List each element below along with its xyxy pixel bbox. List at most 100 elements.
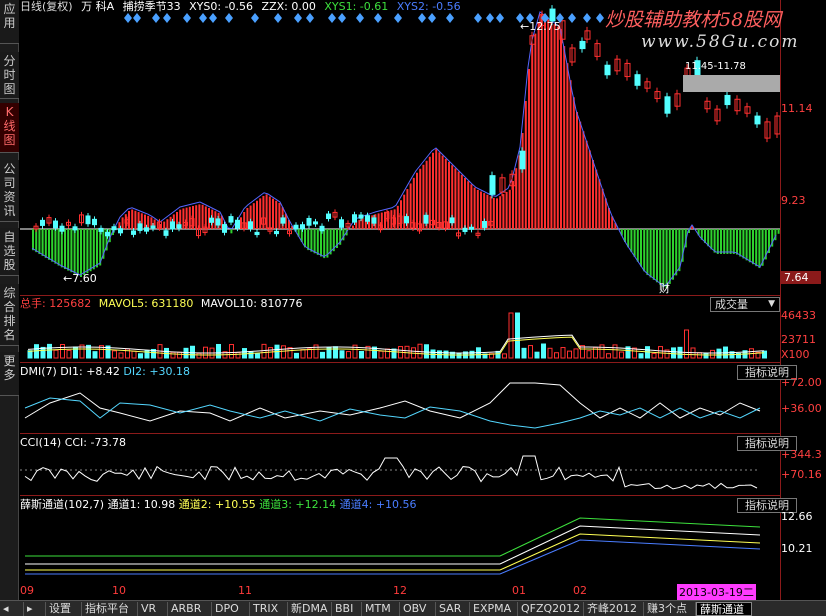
cci-line (24, 455, 758, 490)
candle-body (482, 221, 487, 228)
histogram-bar (537, 22, 540, 230)
histogram-bar (553, 24, 556, 230)
histogram-bar (41, 229, 44, 256)
histogram-bar (556, 26, 559, 229)
candle-body (215, 218, 221, 226)
candle-body (228, 216, 234, 223)
histogram-bar (672, 229, 674, 280)
candle-body (150, 225, 156, 229)
histogram-bar (662, 229, 665, 288)
sidebar-item-intraday[interactable]: 分时图 (0, 52, 19, 99)
tab-8[interactable]: MTM (362, 602, 400, 616)
finance-marker[interactable]: 财 (659, 280, 670, 296)
signal-diamond (583, 13, 591, 23)
histogram-bar (582, 131, 585, 229)
xuesi-channel1-line (25, 525, 761, 565)
histogram-bar (652, 229, 655, 280)
tab-4[interactable]: DPO (212, 602, 250, 616)
histogram-bar (643, 229, 646, 272)
price-scale-high: 11.14 (781, 102, 813, 115)
volume-bar (651, 352, 657, 359)
candle-body (111, 226, 117, 231)
tab-12[interactable]: QFZQ2012 (518, 602, 584, 616)
tab-9[interactable]: OBV (400, 602, 436, 616)
histogram-bar (720, 229, 722, 254)
watermark-url: www.58Gu.com (641, 32, 800, 52)
histogram-bar (585, 140, 588, 229)
tab-15[interactable]: 薛斯通道 (696, 602, 752, 616)
histogram-bar (534, 33, 537, 229)
volume-bar (112, 350, 117, 359)
candle-body (634, 74, 641, 86)
candle-body (469, 226, 474, 230)
signal-diamond (568, 13, 576, 23)
candle-body (519, 150, 526, 170)
candle-body (371, 217, 377, 224)
histogram-bar (633, 229, 636, 257)
sidebar-item-more[interactable]: 更多 (0, 352, 19, 396)
volume-bar (534, 351, 540, 359)
sidebar-item-kline[interactable]: K线图 (0, 103, 19, 153)
volume-bar (560, 347, 566, 359)
histogram-bar (499, 196, 502, 229)
volume-bar (60, 343, 65, 359)
histogram-bar (563, 46, 566, 229)
tab-10[interactable]: SAR (436, 602, 470, 616)
sidebar-item-ranking[interactable]: 综合排名 (0, 284, 19, 346)
signal-diamond (133, 13, 141, 23)
candle-body (423, 214, 429, 224)
volume-bar (378, 350, 384, 359)
candle-body (222, 224, 227, 233)
candle-body (365, 215, 370, 222)
sidebar-item-apps[interactable]: 应用 (0, 0, 19, 44)
candle-body (313, 221, 318, 225)
tab-7[interactable]: BBI (332, 602, 362, 616)
tab-1[interactable]: 指标平台 (82, 602, 138, 616)
signal-diamond (474, 13, 482, 23)
candle-body (604, 64, 611, 76)
tab-6[interactable]: 新DMA (288, 602, 332, 616)
tab-2[interactable]: VR (138, 602, 168, 616)
volume-bar (170, 351, 176, 359)
scroll-left-icon[interactable]: ◂ (0, 602, 24, 616)
tab-0[interactable]: 设置 (46, 602, 82, 616)
signal-diamond (394, 13, 402, 23)
sidebar-item-company-news[interactable]: 公司资讯 (0, 160, 19, 222)
candle-body (274, 230, 279, 235)
volume-bar (131, 350, 137, 359)
histogram-bar (668, 229, 671, 284)
tab-11[interactable]: EXPMA (470, 602, 518, 616)
histogram-bar (636, 229, 639, 262)
histogram-bar (508, 189, 511, 229)
signal-diamond (294, 13, 302, 23)
tab-14[interactable]: 赚3个点 (644, 602, 696, 616)
tab-3[interactable]: ARBR (168, 602, 212, 616)
histogram-bar (352, 225, 354, 229)
dmi-di2-line (24, 397, 761, 429)
histogram-bar (566, 63, 569, 230)
dmi-chart[interactable] (20, 363, 780, 433)
tab-13[interactable]: 齐峰2012 (584, 602, 644, 616)
histogram-bar (716, 229, 719, 254)
cci-chart[interactable] (20, 434, 780, 496)
histogram-bar (70, 229, 73, 273)
histogram-bar (454, 168, 457, 229)
histogram-bar (147, 215, 150, 229)
histogram-bar (307, 229, 310, 251)
signal-diamond (596, 13, 604, 23)
histogram-bar (230, 229, 233, 234)
histogram-bar (134, 210, 137, 229)
scroll-right-icon[interactable]: ▸ (24, 602, 46, 616)
xaxis-label: 09 (20, 584, 34, 597)
volume-chart[interactable] (20, 296, 780, 362)
xuesi-chart[interactable] (20, 496, 780, 584)
candle-body (579, 40, 586, 50)
histogram-bar (576, 112, 578, 229)
volume-bar (118, 352, 124, 359)
histogram-bar (163, 221, 166, 229)
tab-5[interactable]: TRIX (250, 602, 288, 616)
sidebar-item-watchlist[interactable]: 自选股 (0, 228, 19, 276)
histogram-bar (73, 229, 76, 274)
histogram-bar (467, 181, 470, 229)
candle-body (163, 230, 169, 236)
